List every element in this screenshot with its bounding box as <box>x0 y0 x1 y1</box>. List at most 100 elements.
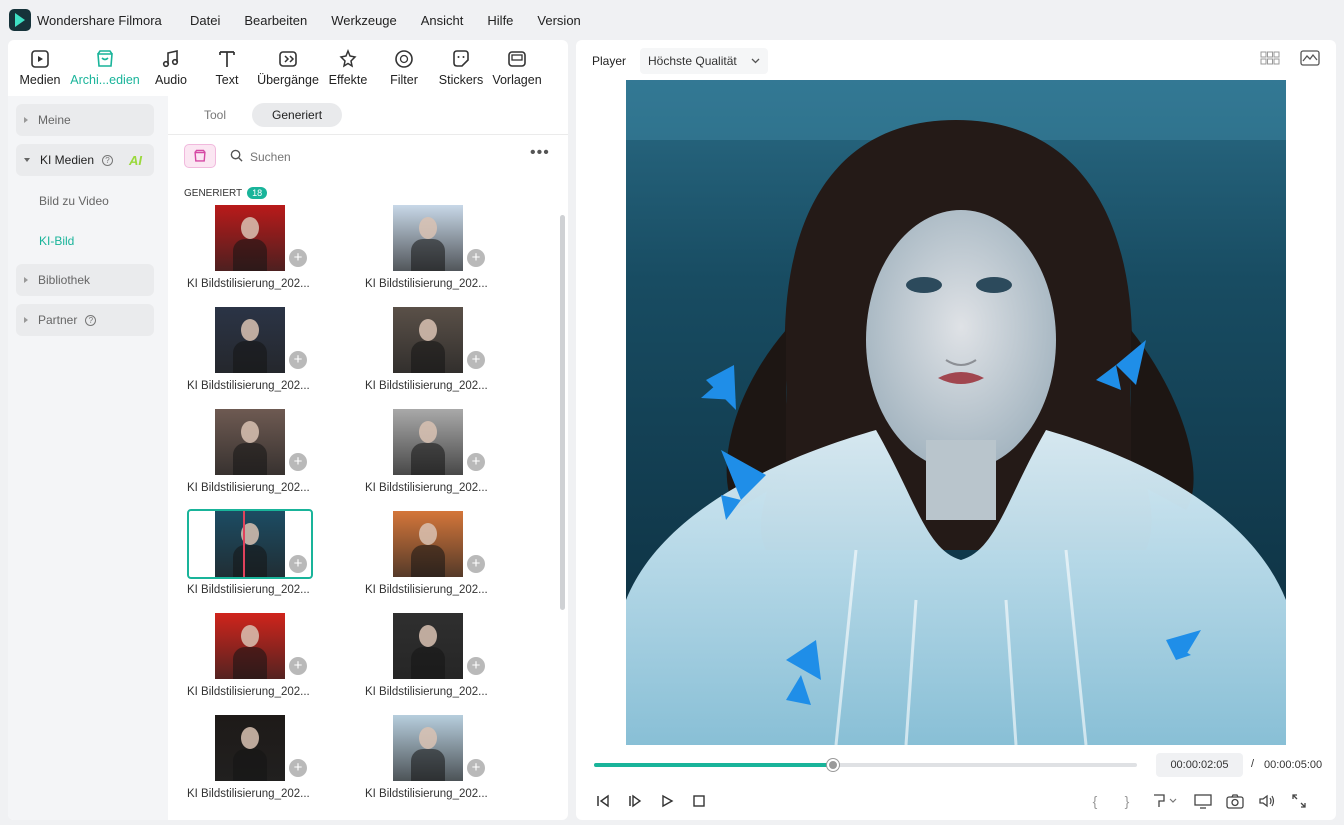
sidebar-item-partner[interactable]: Partner ? <box>16 304 154 336</box>
tab-generiert[interactable]: Generiert <box>252 103 343 127</box>
media-item[interactable]: + KI Bildstilisierung_202... <box>187 203 313 290</box>
media-item-name: KI Bildstilisierung_202... <box>365 380 488 392</box>
sticker-icon <box>450 48 472 70</box>
thumbnail-figure-body <box>233 443 267 475</box>
media-item-name: KI Bildstilisierung_202... <box>365 278 488 290</box>
tab-tool[interactable]: Tool <box>184 103 246 127</box>
media-item[interactable]: + KI Bildstilisierung_202... <box>187 305 313 392</box>
media-item[interactable]: + KI Bildstilisierung_202... <box>187 611 313 698</box>
template-icon <box>506 48 528 70</box>
media-thumbnail[interactable]: + <box>365 713 491 783</box>
add-icon[interactable]: + <box>467 759 485 777</box>
media-thumbnail[interactable]: + <box>365 203 491 273</box>
volume-icon[interactable] <box>1258 792 1276 810</box>
add-icon[interactable]: + <box>289 249 307 267</box>
add-icon[interactable]: + <box>289 657 307 675</box>
preview-image <box>626 80 1286 745</box>
search-icon <box>230 149 243 165</box>
add-icon[interactable]: + <box>289 759 307 777</box>
next-frame-icon[interactable] <box>626 792 644 810</box>
media-item[interactable]: + KI Bildstilisierung_202... <box>365 509 491 596</box>
menu-ansicht[interactable]: Ansicht <box>421 13 464 28</box>
help-icon[interactable]: ? <box>85 314 97 326</box>
current-time[interactable]: 00:00:02:05 <box>1156 753 1243 777</box>
media-thumbnail[interactable]: + <box>187 203 313 273</box>
tool-audio[interactable]: Audio <box>141 40 201 96</box>
add-icon[interactable]: + <box>467 453 485 471</box>
help-icon[interactable]: ? <box>102 154 114 166</box>
image-waveform-icon[interactable] <box>1300 50 1320 66</box>
tool-uebergaenge[interactable]: Übergänge <box>253 40 323 96</box>
menu-version[interactable]: Version <box>537 13 580 28</box>
media-item[interactable]: + KI Bildstilisierung_202... <box>365 203 491 290</box>
ai-badge: AI <box>129 152 143 168</box>
media-thumbnail[interactable]: + <box>365 509 491 579</box>
add-icon[interactable]: + <box>467 249 485 267</box>
snapshot-icon[interactable] <box>1226 792 1244 810</box>
timeline-slider[interactable] <box>594 759 1137 771</box>
sidebar-item-bibliothek[interactable]: Bibliothek <box>16 264 154 296</box>
menu-bearbeiten[interactable]: Bearbeiten <box>244 13 307 28</box>
menu-werkzeuge[interactable]: Werkzeuge <box>331 13 397 28</box>
stop-icon[interactable] <box>690 792 708 810</box>
add-icon[interactable]: + <box>289 351 307 369</box>
quality-dropdown[interactable]: Höchste Qualität <box>640 48 768 74</box>
tool-archiv-medien[interactable]: Archi...edien <box>69 40 141 96</box>
add-icon[interactable]: + <box>467 657 485 675</box>
tool-stickers[interactable]: Stickers <box>435 40 487 96</box>
thumbnail-image <box>393 409 463 475</box>
media-thumbnail[interactable]: + <box>187 407 313 477</box>
sidebar-item-ki-medien[interactable]: KI Medien ? AI <box>16 144 154 176</box>
tool-vorlagen[interactable]: Vorlagen <box>487 40 547 96</box>
media-item[interactable]: + KI Bildstilisierung_202... <box>187 713 313 800</box>
player-label: Player <box>592 54 627 68</box>
effects-icon <box>337 48 359 70</box>
store-button[interactable] <box>184 144 216 168</box>
media-thumbnail[interactable]: + <box>365 611 491 681</box>
media-thumbnail[interactable]: + <box>365 407 491 477</box>
menu-hilfe[interactable]: Hilfe <box>487 13 513 28</box>
scrollbar[interactable] <box>560 215 565 610</box>
timeline-handle[interactable] <box>827 759 839 771</box>
video-preview[interactable] <box>626 80 1286 745</box>
media-item[interactable]: + KI Bildstilisierung_202... <box>187 407 313 494</box>
add-icon[interactable]: + <box>467 351 485 369</box>
app-title: Wondershare Filmora <box>37 12 162 28</box>
tool-text[interactable]: Text <box>201 40 253 96</box>
thumbnail-figure-body <box>411 443 445 475</box>
media-thumbnail[interactable]: + <box>187 509 313 579</box>
sidebar-item-ki-bild[interactable]: KI-Bild <box>39 234 74 248</box>
add-icon[interactable]: + <box>467 555 485 573</box>
add-icon[interactable]: + <box>289 555 307 573</box>
player-panel: Player Höchste Qualität 00:00:02:05 / 00… <box>576 40 1336 820</box>
media-item[interactable]: + KI Bildstilisierung_202... <box>365 713 491 800</box>
thumbnail-figure-body <box>411 239 445 271</box>
previous-frame-icon[interactable] <box>594 792 612 810</box>
media-item[interactable]: + KI Bildstilisierung_202... <box>187 509 313 596</box>
sidebar-item-bild-zu-video[interactable]: Bild zu Video <box>39 194 109 208</box>
media-thumbnail[interactable]: + <box>187 713 313 783</box>
more-options-icon[interactable]: ••• <box>530 145 550 161</box>
marker-icon[interactable] <box>1150 792 1180 810</box>
mark-in-icon[interactable]: { <box>1086 792 1104 810</box>
menu-datei[interactable]: Datei <box>190 13 220 28</box>
fullscreen-icon[interactable] <box>1290 792 1308 810</box>
tool-filter[interactable]: Filter <box>373 40 435 96</box>
media-item[interactable]: + KI Bildstilisierung_202... <box>365 611 491 698</box>
media-item-name: KI Bildstilisierung_202... <box>365 686 488 698</box>
media-thumbnail[interactable]: + <box>187 611 313 681</box>
tool-effekte[interactable]: Effekte <box>323 40 373 96</box>
add-icon[interactable]: + <box>289 453 307 471</box>
media-thumbnail[interactable]: + <box>365 305 491 375</box>
search-input[interactable] <box>250 150 450 164</box>
mark-out-icon[interactable]: } <box>1118 792 1136 810</box>
play-icon[interactable] <box>658 792 676 810</box>
media-thumbnail[interactable]: + <box>187 305 313 375</box>
sidebar-item-meine[interactable]: Meine <box>16 104 154 136</box>
media-item[interactable]: + KI Bildstilisierung_202... <box>365 305 491 392</box>
playback-controls <box>594 792 708 810</box>
display-icon[interactable] <box>1194 792 1212 810</box>
media-item[interactable]: + KI Bildstilisierung_202... <box>365 407 491 494</box>
grid-view-icon[interactable] <box>1260 50 1280 66</box>
tool-medien[interactable]: Medien <box>11 40 69 96</box>
